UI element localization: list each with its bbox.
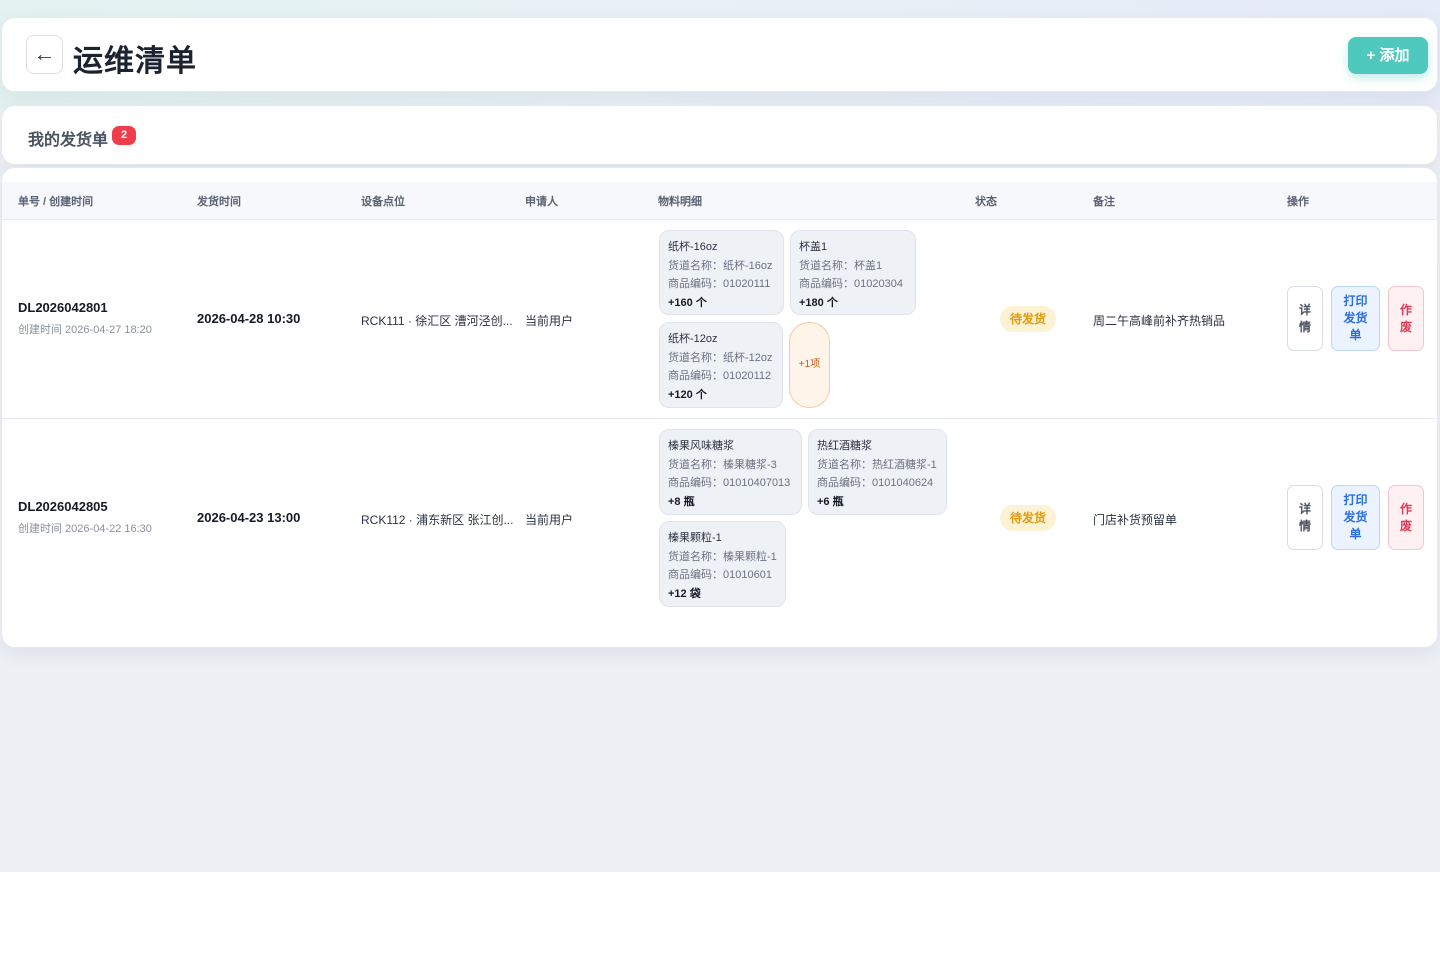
device-location: RCK111 · 徐汇区 漕河泾创... bbox=[361, 314, 513, 328]
material-name: 榛果风味糖浆 bbox=[668, 440, 734, 452]
table-row: DL2026042801 创建时间 2026-04-27 18:20 2026-… bbox=[2, 220, 1437, 419]
col-ship-time: 发货时间 bbox=[197, 196, 241, 208]
material-card: 纸杯-12oz 货道名称：纸杯-12oz 商品编码：01020112 +120 … bbox=[659, 322, 783, 408]
count-badge: 2 bbox=[112, 126, 136, 145]
remark: 周二午高峰前补齐热销品 bbox=[1093, 314, 1226, 328]
back-button[interactable]: ← bbox=[26, 35, 63, 74]
material-name: 纸杯-16oz bbox=[668, 241, 718, 253]
material-code: 商品编码：01020304 bbox=[799, 278, 903, 290]
order-number[interactable]: DL2026042805 bbox=[18, 499, 108, 514]
more-items-pill[interactable]: +1项 bbox=[789, 322, 830, 408]
add-button[interactable]: + 添加 bbox=[1348, 37, 1428, 74]
material-channel: 货道名称：纸杯-12oz bbox=[668, 351, 773, 364]
material-card: 纸杯-16oz 货道名称：纸杯-16oz 商品编码：01020111 +160 … bbox=[659, 230, 784, 315]
material-channel: 货道名称：榛果糖浆-3 bbox=[668, 458, 777, 471]
material-code: 商品编码：01020112 bbox=[668, 370, 772, 382]
void-button[interactable]: 作废 bbox=[1388, 286, 1424, 351]
material-name: 纸杯-12oz bbox=[668, 333, 718, 345]
material-card: 榛果颗粒-1 货道名称：榛果颗粒-1 商品编码：01010601 +12 袋 bbox=[659, 521, 786, 607]
material-channel: 货道名称：热红酒糖浆-1 bbox=[817, 458, 937, 471]
material-name: 热红酒糖浆 bbox=[817, 440, 872, 452]
order-number[interactable]: DL2026042801 bbox=[18, 300, 108, 315]
table-header: 单号 / 创建时间 发货时间 设备点位 申请人 物料明细 状态 备注 操作 bbox=[2, 182, 1437, 220]
orders-table: 单号 / 创建时间 发货时间 设备点位 申请人 物料明细 状态 备注 操作 DL… bbox=[1, 167, 1438, 648]
ship-time: 2026-04-23 13:00 bbox=[197, 510, 301, 525]
print-button[interactable]: 打印发货单 bbox=[1331, 485, 1380, 550]
material-qty: +120 个 bbox=[668, 388, 707, 401]
applicant: 当前用户 bbox=[525, 513, 574, 527]
material-card: 杯盖1 货道名称：杯盖1 商品编码：01020304 +180 个 bbox=[790, 230, 916, 315]
col-location: 设备点位 bbox=[361, 196, 405, 208]
material-qty: +6 瓶 bbox=[817, 495, 844, 508]
section-title: 我的发货单 bbox=[28, 132, 109, 149]
section-bar: 我的发货单 2 bbox=[1, 105, 1438, 165]
material-name: 榛果颗粒-1 bbox=[668, 532, 722, 544]
material-qty: +12 袋 bbox=[668, 587, 701, 600]
col-actions: 操作 bbox=[1287, 196, 1309, 208]
status-badge: 待发货 bbox=[1000, 306, 1056, 332]
col-materials: 物料明细 bbox=[658, 196, 702, 208]
arrow-left-icon: ← bbox=[33, 41, 56, 66]
created-time: 创建时间 2026-04-27 18:20 bbox=[18, 324, 152, 336]
col-remark: 备注 bbox=[1093, 196, 1115, 208]
detail-button[interactable]: 详情 bbox=[1287, 286, 1323, 351]
material-channel: 货道名称：纸杯-16oz bbox=[668, 259, 773, 272]
col-order: 单号 / 创建时间 bbox=[18, 196, 94, 208]
material-qty: +8 瓶 bbox=[668, 495, 695, 508]
material-channel: 货道名称：榛果颗粒-1 bbox=[668, 550, 777, 563]
detail-button[interactable]: 详情 bbox=[1287, 485, 1323, 550]
material-channel: 货道名称：杯盖1 bbox=[799, 259, 883, 272]
remark: 门店补货预留单 bbox=[1093, 513, 1178, 527]
table-row: DL2026042805 创建时间 2026-04-22 16:30 2026-… bbox=[2, 419, 1437, 618]
material-card: 热红酒糖浆 货道名称：热红酒糖浆-1 商品编码：0101040624 +6 瓶 bbox=[808, 429, 947, 515]
page-header: ← 运维清单 + 添加 bbox=[1, 17, 1438, 92]
created-time: 创建时间 2026-04-22 16:30 bbox=[18, 523, 152, 535]
material-qty: +180 个 bbox=[799, 296, 838, 309]
col-status: 状态 bbox=[975, 196, 997, 208]
material-code: 商品编码：0101040624 bbox=[817, 477, 934, 489]
material-code: 商品编码：01010601 bbox=[668, 569, 772, 581]
ship-time: 2026-04-28 10:30 bbox=[197, 311, 301, 326]
material-code: 商品编码：01020111 bbox=[668, 278, 771, 290]
print-button[interactable]: 打印发货单 bbox=[1331, 286, 1380, 351]
material-card: 榛果风味糖浆 货道名称：榛果糖浆-3 商品编码：01010407013 +8 瓶 bbox=[659, 429, 802, 515]
page-title: 运维清单 bbox=[73, 45, 197, 78]
material-name: 杯盖1 bbox=[799, 241, 828, 253]
col-applicant: 申请人 bbox=[525, 196, 558, 208]
material-qty: +160 个 bbox=[668, 296, 707, 309]
material-code: 商品编码：01010407013 bbox=[668, 477, 791, 489]
status-badge: 待发货 bbox=[1000, 505, 1056, 531]
void-button[interactable]: 作废 bbox=[1388, 485, 1424, 550]
applicant: 当前用户 bbox=[525, 314, 574, 328]
device-location: RCK112 · 浦东新区 张江创... bbox=[361, 513, 514, 527]
